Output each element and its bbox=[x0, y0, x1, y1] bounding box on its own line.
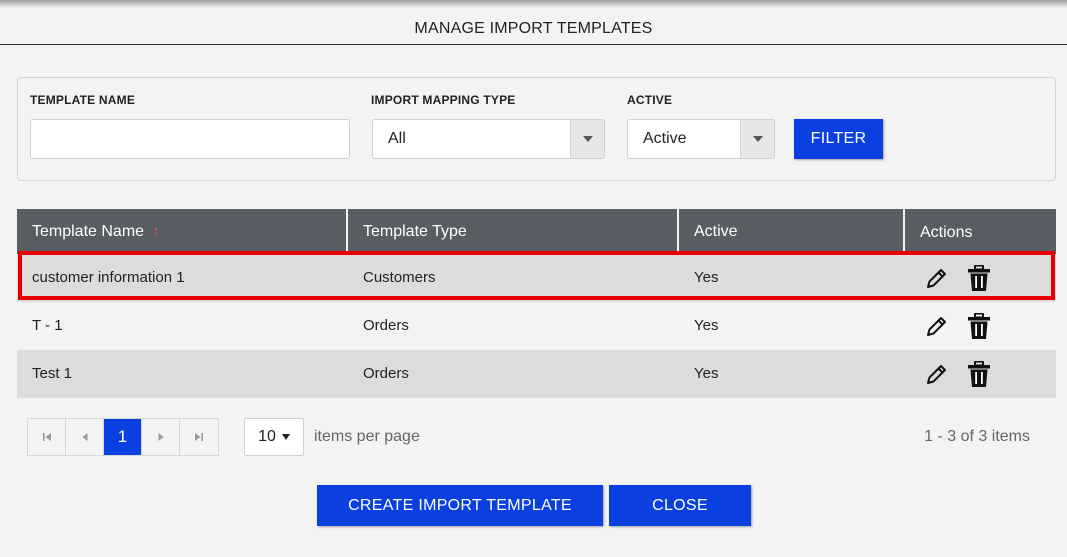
cell-template-type: Orders bbox=[363, 317, 409, 334]
cell-active: Yes bbox=[694, 269, 719, 286]
items-per-page-label: items per page bbox=[314, 428, 420, 445]
cell-template-name: Test 1 bbox=[32, 365, 73, 382]
column-header-template-type[interactable]: Template Type bbox=[348, 209, 679, 254]
active-select[interactable]: Active bbox=[627, 119, 775, 159]
cell-template-type: Orders bbox=[363, 365, 409, 382]
pencil-icon[interactable] bbox=[925, 266, 949, 290]
trash-icon[interactable] bbox=[967, 312, 991, 340]
sort-ascending-icon: ↑ bbox=[152, 223, 160, 240]
mapping-type-value: All bbox=[388, 130, 406, 147]
first-page-icon[interactable] bbox=[28, 419, 66, 455]
grid-header: Template Name ↑ Template Type Active Acti… bbox=[17, 209, 1056, 254]
active-label: ACTIVE bbox=[627, 93, 673, 107]
cell-template-name: T - 1 bbox=[32, 317, 63, 334]
column-header-label: Template Name bbox=[32, 223, 145, 240]
mapping-type-label: IMPORT MAPPING TYPE bbox=[371, 93, 516, 107]
dialog-title: MANAGE IMPORT TEMPLATES bbox=[414, 20, 653, 37]
pagination: 1 bbox=[27, 418, 219, 456]
filter-panel: TEMPLATE NAME IMPORT MAPPING TYPE All AC… bbox=[17, 77, 1056, 181]
window-top-edge bbox=[0, 0, 1067, 8]
active-select-value: Active bbox=[643, 130, 687, 147]
pencil-icon[interactable] bbox=[925, 314, 949, 338]
templates-grid: Template Name ↑ Template Type Active Acti… bbox=[17, 209, 1056, 398]
column-header-template-name[interactable]: Template Name ↑ bbox=[17, 209, 348, 254]
page-button-current[interactable]: 1 bbox=[104, 419, 142, 455]
title-divider bbox=[0, 44, 1067, 45]
page-size-select[interactable]: 10 bbox=[244, 418, 304, 456]
prev-page-icon[interactable] bbox=[66, 419, 104, 455]
next-page-icon[interactable] bbox=[142, 419, 180, 455]
chevron-down-icon[interactable] bbox=[570, 120, 604, 158]
template-name-input[interactable] bbox=[30, 119, 350, 159]
cell-active: Yes bbox=[694, 317, 719, 334]
cell-actions bbox=[905, 350, 1056, 398]
close-button[interactable]: CLOSE bbox=[609, 485, 751, 526]
create-import-template-button[interactable]: CREATE IMPORT TEMPLATE bbox=[317, 485, 603, 526]
pager-summary: 1 - 3 of 3 items bbox=[924, 428, 1030, 445]
trash-icon[interactable] bbox=[967, 264, 991, 292]
mapping-type-select[interactable]: All bbox=[372, 119, 605, 159]
column-header-active[interactable]: Active bbox=[679, 209, 905, 254]
cell-actions bbox=[905, 254, 1056, 302]
trash-icon[interactable] bbox=[967, 360, 991, 388]
page-size-value: 10 bbox=[258, 428, 276, 445]
cell-template-name: customer information 1 bbox=[32, 269, 185, 286]
filter-button[interactable]: FILTER bbox=[794, 119, 883, 159]
chevron-down-icon bbox=[281, 434, 290, 440]
table-row[interactable]: Test 1 Orders Yes bbox=[17, 350, 1056, 398]
column-header-actions: Actions bbox=[920, 224, 973, 241]
cell-actions bbox=[905, 302, 1056, 350]
cell-active: Yes bbox=[694, 365, 719, 382]
template-name-label: TEMPLATE NAME bbox=[30, 93, 136, 107]
pencil-icon[interactable] bbox=[925, 362, 949, 386]
table-row[interactable]: customer information 1 Customers Yes bbox=[17, 254, 1056, 302]
cell-template-type: Customers bbox=[363, 269, 436, 286]
table-row[interactable]: T - 1 Orders Yes bbox=[17, 302, 1056, 350]
last-page-icon[interactable] bbox=[180, 419, 218, 455]
chevron-down-icon[interactable] bbox=[740, 120, 774, 158]
